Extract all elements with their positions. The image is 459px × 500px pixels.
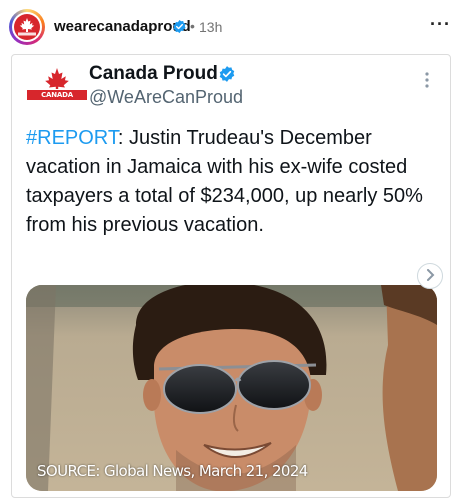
separator-dot: •	[190, 18, 195, 34]
logo-banner-text: CANADA PROUD	[26, 89, 88, 109]
post-timestamp: 13h	[199, 19, 223, 35]
verified-badge-icon	[172, 19, 187, 39]
post-header: wearecanadaproud • 13h ···	[0, 0, 459, 54]
tweet-card[interactable]: CANADA PROUD Canada Proud @WeAreCanProud…	[11, 54, 451, 498]
chevron-right-icon	[425, 268, 435, 285]
tweet-text: #REPORT: Justin Trudeau's December vacat…	[26, 124, 444, 240]
photo-source-caption: SOURCE: Global News, March 21, 2024	[37, 462, 308, 480]
tweet-photo[interactable]: SOURCE: Global News, March 21, 2024	[26, 285, 437, 491]
post-author-name[interactable]: wearecanadaproud	[54, 18, 191, 35]
more-options-button[interactable]: ···	[430, 14, 451, 35]
next-media-button[interactable]	[417, 263, 443, 289]
tweet-handle[interactable]: @WeAreCanProud	[89, 87, 243, 108]
hashtag-link[interactable]: #REPORT	[26, 127, 118, 149]
tweet-display-name[interactable]: Canada Proud	[89, 63, 218, 85]
avatar[interactable]	[9, 9, 45, 45]
tweet-more-button[interactable]	[424, 71, 430, 89]
verified-badge-icon	[218, 65, 236, 88]
maple-leaf-avatar-icon	[14, 14, 40, 40]
canada-proud-logo[interactable]: CANADA PROUD	[26, 67, 88, 109]
